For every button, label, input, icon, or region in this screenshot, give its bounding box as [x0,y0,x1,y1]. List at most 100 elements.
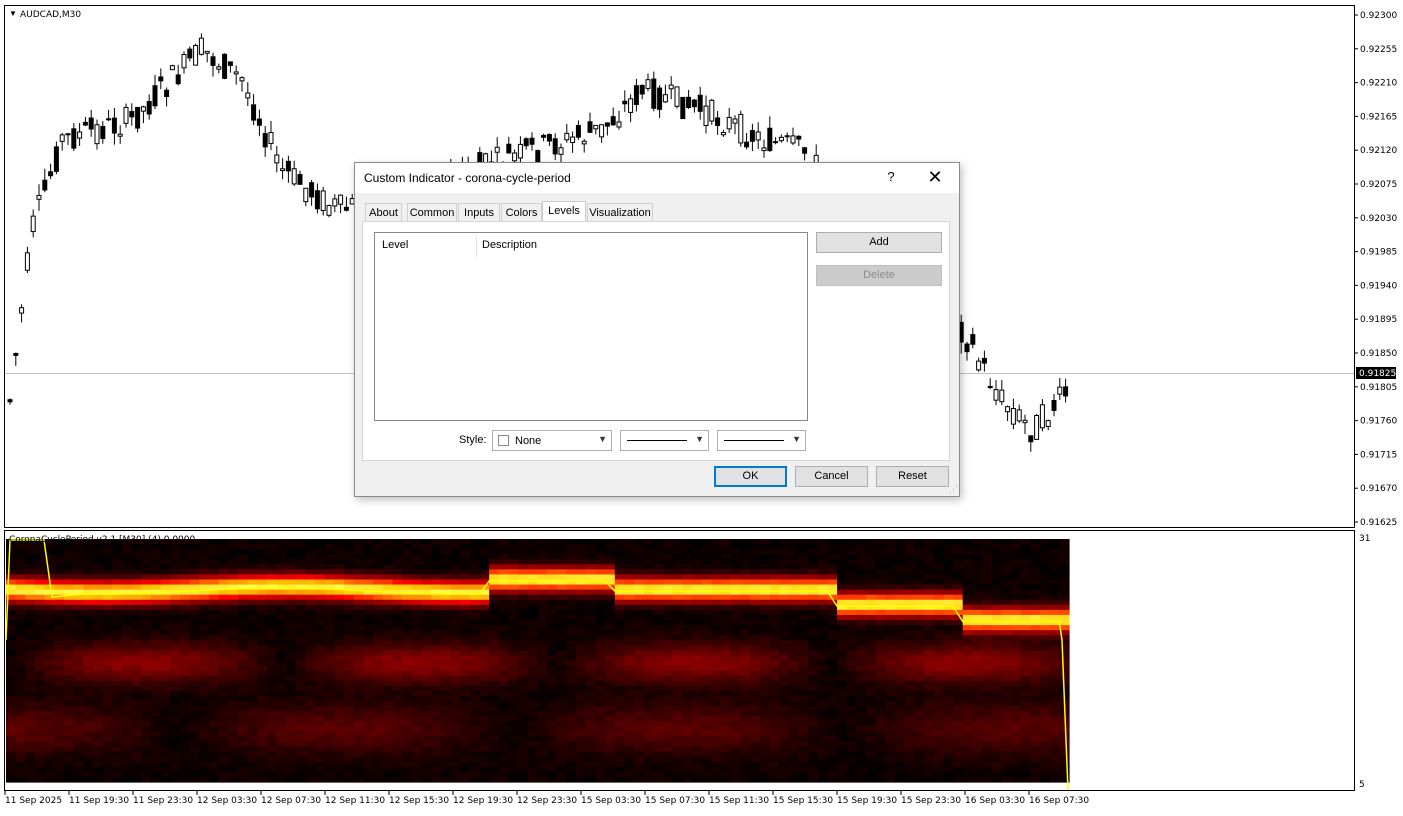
heatmap-cell [701,650,713,657]
heatmap-cell [392,736,403,743]
heatmap-cell [866,711,877,717]
heatmap-cell [344,726,355,732]
heatmap-cell [614,569,626,576]
heatmap-cell [498,635,510,641]
heatmap-cell [266,675,278,682]
heatmap-cell [411,695,423,702]
heatmap-cell [489,564,500,570]
heatmap-cell [518,685,529,692]
heatmap-cell [247,564,258,570]
heatmap-cell [527,635,539,641]
heatmap-cell [63,559,75,565]
heatmap-cell [750,599,761,606]
heatmap-cell [179,716,191,722]
heatmap-cell [295,559,307,565]
heatmap-cell [411,594,423,601]
heatmap-cell [392,731,403,738]
heatmap-cell [102,569,113,576]
heatmap-cell [788,670,800,677]
heatmap-cell [846,736,857,743]
heatmap-cell [286,665,297,672]
heatmap-cell [595,690,606,697]
heatmap-cell [692,579,703,586]
heatmap-cell [730,726,742,732]
heatmap-cell [54,554,65,560]
heatmap-cell [614,756,626,763]
heatmap-cell [827,670,838,677]
heatmap-cell [759,569,771,576]
heatmap-cell [663,574,674,581]
candle-body [268,132,274,144]
heatmap-cell [382,680,394,687]
heatmap-cell [479,564,490,570]
heatmap-cell [44,716,55,722]
heatmap-cell [527,706,539,712]
heatmap-cell [759,574,771,581]
heatmap-cell [199,650,210,657]
heatmap-cell [373,574,384,581]
heatmap-cell [875,776,886,783]
heatmap-cell [373,655,384,662]
heatmap-cell [102,706,113,712]
heatmap-cell [141,645,152,651]
heatmap-cell [421,554,432,560]
heatmap-cell [924,589,935,596]
heatmap-cell [237,645,249,651]
heatmap-cell [682,564,693,570]
heatmap-cell [759,761,771,768]
heatmap-cell [769,584,780,591]
heatmap-cell [218,650,229,657]
heatmap-cell [131,711,142,717]
heatmap-cell [411,665,423,672]
heatmap-cell [344,559,355,565]
heatmap-cell [827,741,838,748]
heatmap-cell [353,625,365,631]
heatmap-cell [141,609,152,616]
heatmap-cell [63,731,75,738]
heatmap-cell [295,756,307,763]
heatmap-cell [643,645,655,651]
heatmap-cell [682,731,693,738]
heatmap-cell [740,685,751,692]
heatmap-cell [431,680,442,687]
heatmap-cell [527,711,539,717]
heatmap-cell [440,655,452,662]
heatmap-cell [846,635,857,641]
heatmap-cell [392,630,403,636]
heatmap-cell [711,746,722,753]
heatmap-cell [914,690,925,697]
candle-body [732,118,738,124]
heatmap-cell [827,579,838,586]
heatmap-cell [856,544,867,550]
heatmap-cell [518,599,529,606]
heatmap-cell [846,554,857,560]
heatmap-cell [421,675,432,682]
heatmap-cell [237,675,249,682]
heatmap-cell [837,706,848,712]
heatmap-cell [885,614,896,621]
heatmap-cell [914,564,925,570]
heatmap-cell [585,544,597,550]
heatmap-cell [257,665,268,672]
heatmap-cell [353,761,365,768]
heatmap-cell [421,766,432,773]
heatmap-cell [653,741,664,748]
heatmap-cell [112,630,123,636]
heatmap-cell [15,609,26,616]
heatmap-cell [373,701,384,707]
heatmap-cell [295,670,307,677]
heatmap-cell [808,675,819,682]
heatmap-cell [730,645,742,651]
heatmap-cell [199,726,210,732]
heatmap-cell [566,614,577,621]
heatmap-cell [808,599,819,606]
heatmap-cell [92,594,104,601]
heatmap-cell [141,721,152,727]
heatmap-cell [121,741,133,748]
heatmap-cell [614,716,626,722]
heatmap-cell [34,599,46,606]
heatmap-cell [875,650,886,657]
heatmap-cell [160,569,171,576]
candle-body [343,206,349,211]
heatmap-cell [25,690,36,697]
